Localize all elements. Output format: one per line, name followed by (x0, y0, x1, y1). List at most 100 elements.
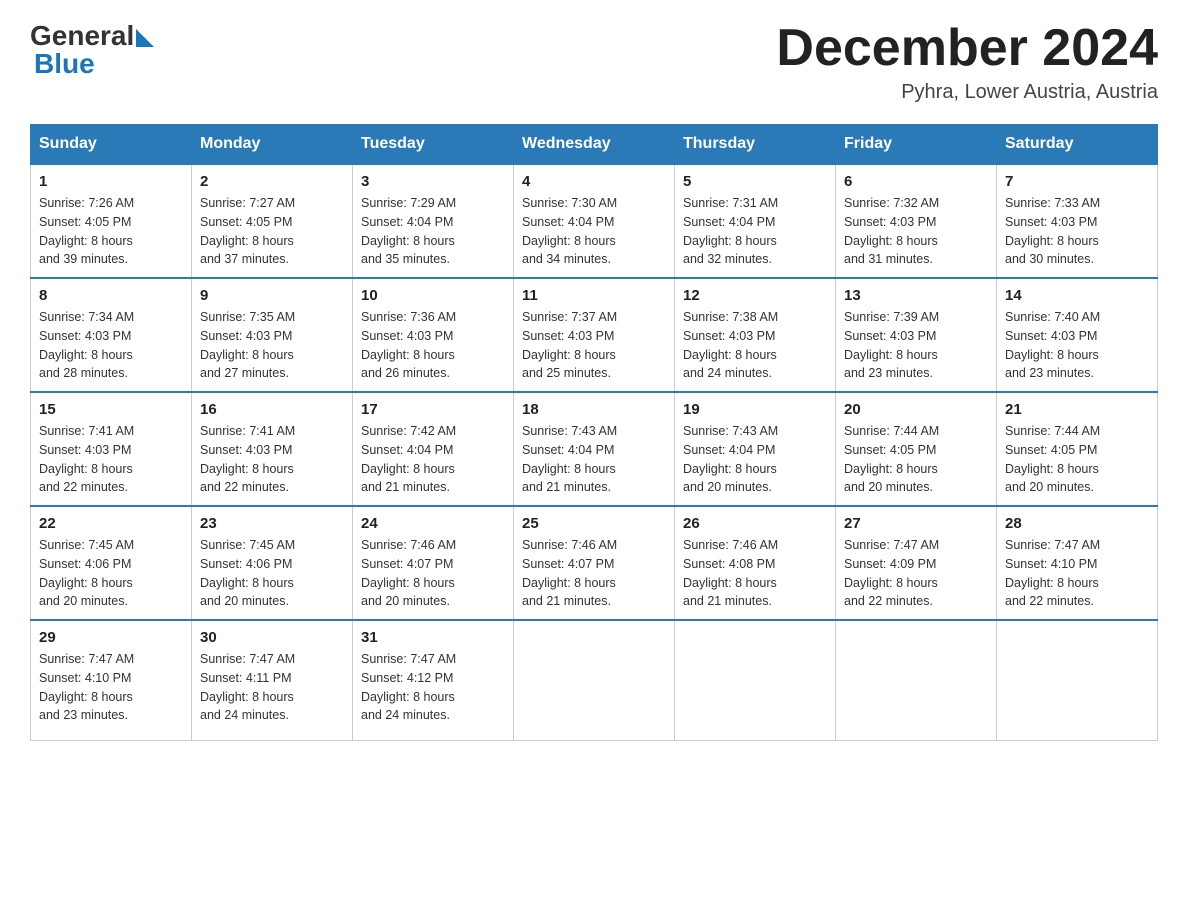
day-info-text: Sunrise: 7:43 AM Sunset: 4:04 PM Dayligh… (522, 422, 666, 497)
logo-blue-text: Blue (30, 48, 95, 80)
calendar-day-cell: 31 Sunrise: 7:47 AM Sunset: 4:12 PM Dayli… (353, 620, 514, 740)
day-number: 28 (1005, 515, 1149, 532)
day-number: 19 (683, 401, 827, 418)
day-number: 18 (522, 401, 666, 418)
day-number: 23 (200, 515, 344, 532)
calendar-day-cell: 19 Sunrise: 7:43 AM Sunset: 4:04 PM Dayli… (675, 392, 836, 506)
day-info-text: Sunrise: 7:36 AM Sunset: 4:03 PM Dayligh… (361, 308, 505, 383)
calendar-day-cell: 17Sunrise: 7:42 AM Sunset: 4:04 PM Dayli… (353, 392, 514, 506)
day-number: 8 (39, 287, 183, 304)
calendar-day-cell (675, 620, 836, 740)
calendar-day-cell: 8 Sunrise: 7:34 AM Sunset: 4:03 PM Daylig… (31, 278, 192, 392)
day-info-text: Sunrise: 7:47 AM Sunset: 4:10 PM Dayligh… (1005, 536, 1149, 611)
logo: General Blue (30, 20, 154, 80)
day-info-text: Sunrise: 7:39 AM Sunset: 4:03 PM Dayligh… (844, 308, 988, 383)
day-number: 11 (522, 287, 666, 304)
calendar-day-cell: 27 Sunrise: 7:47 AM Sunset: 4:09 PM Dayli… (836, 506, 997, 620)
day-number: 6 (844, 173, 988, 190)
day-number: 9 (200, 287, 344, 304)
calendar-day-cell: 22Sunrise: 7:45 AM Sunset: 4:06 PM Dayli… (31, 506, 192, 620)
calendar-day-cell: 11 Sunrise: 7:37 AM Sunset: 4:03 PM Dayli… (514, 278, 675, 392)
day-info-text: Sunrise: 7:41 AM Sunset: 4:03 PM Dayligh… (200, 422, 344, 497)
day-info-text: Sunrise: 7:35 AM Sunset: 4:03 PM Dayligh… (200, 308, 344, 383)
day-number: 3 (361, 173, 505, 190)
calendar-week-row: 29Sunrise: 7:47 AM Sunset: 4:10 PM Dayli… (31, 620, 1158, 740)
calendar-day-cell: 24 Sunrise: 7:46 AM Sunset: 4:07 PM Dayli… (353, 506, 514, 620)
day-info-text: Sunrise: 7:45 AM Sunset: 4:06 PM Dayligh… (39, 536, 183, 611)
calendar-day-cell (514, 620, 675, 740)
calendar-day-cell: 5Sunrise: 7:31 AM Sunset: 4:04 PM Daylig… (675, 164, 836, 278)
day-number: 26 (683, 515, 827, 532)
calendar-week-row: 15Sunrise: 7:41 AM Sunset: 4:03 PM Dayli… (31, 392, 1158, 506)
day-info-text: Sunrise: 7:46 AM Sunset: 4:08 PM Dayligh… (683, 536, 827, 611)
day-info-text: Sunrise: 7:37 AM Sunset: 4:03 PM Dayligh… (522, 308, 666, 383)
calendar-week-row: 22Sunrise: 7:45 AM Sunset: 4:06 PM Dayli… (31, 506, 1158, 620)
day-info-text: Sunrise: 7:43 AM Sunset: 4:04 PM Dayligh… (683, 422, 827, 497)
calendar-day-cell: 13 Sunrise: 7:39 AM Sunset: 4:03 PM Dayli… (836, 278, 997, 392)
page-header: General Blue December 2024 Pyhra, Lower … (30, 20, 1158, 104)
calendar-day-cell: 14Sunrise: 7:40 AM Sunset: 4:03 PM Dayli… (997, 278, 1158, 392)
month-year-title: December 2024 (776, 20, 1158, 77)
calendar-header-row: SundayMondayTuesdayWednesdayThursdayFrid… (31, 125, 1158, 165)
day-info-text: Sunrise: 7:47 AM Sunset: 4:12 PM Dayligh… (361, 650, 505, 725)
day-number: 31 (361, 629, 505, 646)
day-info-text: Sunrise: 7:47 AM Sunset: 4:10 PM Dayligh… (39, 650, 183, 725)
calendar-day-cell: 20 Sunrise: 7:44 AM Sunset: 4:05 PM Dayli… (836, 392, 997, 506)
calendar-day-cell: 23 Sunrise: 7:45 AM Sunset: 4:06 PM Dayli… (192, 506, 353, 620)
day-number: 7 (1005, 173, 1149, 190)
day-number: 10 (361, 287, 505, 304)
day-number: 30 (200, 629, 344, 646)
day-number: 27 (844, 515, 988, 532)
day-info-text: Sunrise: 7:47 AM Sunset: 4:09 PM Dayligh… (844, 536, 988, 611)
day-number: 4 (522, 173, 666, 190)
calendar-week-row: 1 Sunrise: 7:26 AM Sunset: 4:05 PM Daylig… (31, 164, 1158, 278)
location-text: Pyhra, Lower Austria, Austria (776, 81, 1158, 104)
calendar-day-cell: 7 Sunrise: 7:33 AM Sunset: 4:03 PM Daylig… (997, 164, 1158, 278)
title-section: December 2024 Pyhra, Lower Austria, Aust… (776, 20, 1158, 104)
day-info-text: Sunrise: 7:33 AM Sunset: 4:03 PM Dayligh… (1005, 194, 1149, 269)
col-header-friday: Friday (836, 125, 997, 165)
day-info-text: Sunrise: 7:30 AM Sunset: 4:04 PM Dayligh… (522, 194, 666, 269)
logo-arrow-icon (136, 29, 154, 47)
day-info-text: Sunrise: 7:46 AM Sunset: 4:07 PM Dayligh… (361, 536, 505, 611)
day-info-text: Sunrise: 7:47 AM Sunset: 4:11 PM Dayligh… (200, 650, 344, 725)
calendar-day-cell (836, 620, 997, 740)
calendar-day-cell: 12 Sunrise: 7:38 AM Sunset: 4:03 PM Dayli… (675, 278, 836, 392)
calendar-day-cell: 16Sunrise: 7:41 AM Sunset: 4:03 PM Dayli… (192, 392, 353, 506)
day-number: 20 (844, 401, 988, 418)
day-info-text: Sunrise: 7:46 AM Sunset: 4:07 PM Dayligh… (522, 536, 666, 611)
day-info-text: Sunrise: 7:45 AM Sunset: 4:06 PM Dayligh… (200, 536, 344, 611)
day-number: 1 (39, 173, 183, 190)
calendar-table: SundayMondayTuesdayWednesdayThursdayFrid… (30, 124, 1158, 741)
day-info-text: Sunrise: 7:40 AM Sunset: 4:03 PM Dayligh… (1005, 308, 1149, 383)
calendar-day-cell: 26 Sunrise: 7:46 AM Sunset: 4:08 PM Dayli… (675, 506, 836, 620)
calendar-day-cell: 3 Sunrise: 7:29 AM Sunset: 4:04 PM Daylig… (353, 164, 514, 278)
calendar-day-cell: 28 Sunrise: 7:47 AM Sunset: 4:10 PM Dayli… (997, 506, 1158, 620)
day-number: 24 (361, 515, 505, 532)
calendar-day-cell: 21Sunrise: 7:44 AM Sunset: 4:05 PM Dayli… (997, 392, 1158, 506)
day-info-text: Sunrise: 7:38 AM Sunset: 4:03 PM Dayligh… (683, 308, 827, 383)
col-header-tuesday: Tuesday (353, 125, 514, 165)
calendar-day-cell: 15Sunrise: 7:41 AM Sunset: 4:03 PM Dayli… (31, 392, 192, 506)
day-info-text: Sunrise: 7:29 AM Sunset: 4:04 PM Dayligh… (361, 194, 505, 269)
day-number: 21 (1005, 401, 1149, 418)
day-number: 12 (683, 287, 827, 304)
day-info-text: Sunrise: 7:31 AM Sunset: 4:04 PM Dayligh… (683, 194, 827, 269)
day-info-text: Sunrise: 7:34 AM Sunset: 4:03 PM Dayligh… (39, 308, 183, 383)
calendar-day-cell (997, 620, 1158, 740)
day-number: 25 (522, 515, 666, 532)
day-number: 13 (844, 287, 988, 304)
calendar-week-row: 8 Sunrise: 7:34 AM Sunset: 4:03 PM Daylig… (31, 278, 1158, 392)
calendar-day-cell: 30 Sunrise: 7:47 AM Sunset: 4:11 PM Dayli… (192, 620, 353, 740)
calendar-day-cell: 29Sunrise: 7:47 AM Sunset: 4:10 PM Dayli… (31, 620, 192, 740)
col-header-saturday: Saturday (997, 125, 1158, 165)
day-info-text: Sunrise: 7:27 AM Sunset: 4:05 PM Dayligh… (200, 194, 344, 269)
calendar-day-cell: 2 Sunrise: 7:27 AM Sunset: 4:05 PM Daylig… (192, 164, 353, 278)
calendar-day-cell: 10 Sunrise: 7:36 AM Sunset: 4:03 PM Dayli… (353, 278, 514, 392)
day-info-text: Sunrise: 7:42 AM Sunset: 4:04 PM Dayligh… (361, 422, 505, 497)
calendar-day-cell: 18 Sunrise: 7:43 AM Sunset: 4:04 PM Dayli… (514, 392, 675, 506)
col-header-wednesday: Wednesday (514, 125, 675, 165)
day-info-text: Sunrise: 7:26 AM Sunset: 4:05 PM Dayligh… (39, 194, 183, 269)
day-info-text: Sunrise: 7:44 AM Sunset: 4:05 PM Dayligh… (844, 422, 988, 497)
day-number: 2 (200, 173, 344, 190)
